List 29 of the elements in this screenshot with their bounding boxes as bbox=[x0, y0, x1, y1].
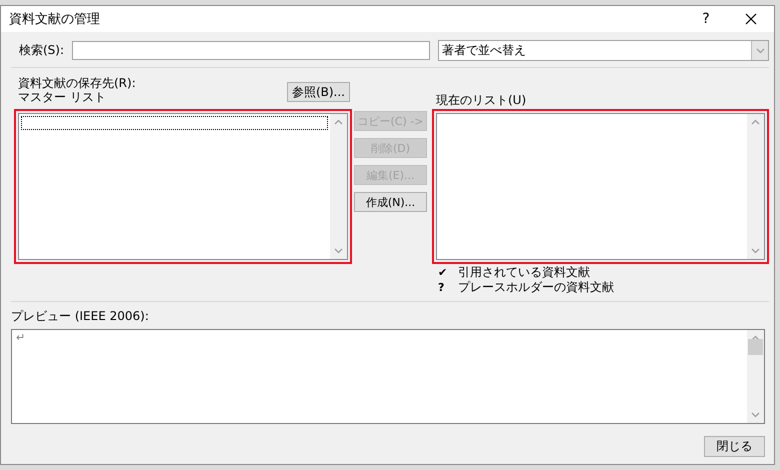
legend-symbol: ✔ bbox=[438, 265, 446, 280]
scroll-up-icon[interactable] bbox=[751, 119, 760, 125]
scrollbar[interactable] bbox=[330, 114, 347, 259]
scroll-down-icon[interactable] bbox=[751, 248, 760, 254]
legend-symbol: ? bbox=[438, 280, 446, 295]
browse-button[interactable]: 参照(B)... bbox=[286, 82, 350, 102]
close-button[interactable]: 閉じる bbox=[704, 436, 765, 457]
close-icon bbox=[745, 13, 757, 25]
preview-label: プレビュー (IEEE 2006): bbox=[11, 308, 150, 325]
scroll-thumb[interactable] bbox=[748, 339, 763, 355]
scrollbar[interactable] bbox=[747, 330, 764, 423]
sort-dropdown[interactable]: 著者で並べ替え bbox=[438, 40, 769, 61]
scroll-down-icon[interactable] bbox=[751, 412, 760, 418]
list-label: マスター リスト bbox=[18, 90, 107, 104]
search-label: 検索(S): bbox=[19, 42, 64, 59]
list-label: 現在のリスト(U) bbox=[436, 92, 526, 109]
source-label: 資料文献の保存先(R): bbox=[18, 76, 136, 90]
scroll-up-icon[interactable] bbox=[334, 119, 343, 125]
legend-text: プレースホルダーの資料文献 bbox=[458, 280, 614, 295]
help-button[interactable]: ? bbox=[684, 11, 728, 27]
search-field[interactable] bbox=[72, 41, 430, 60]
scroll-down-icon[interactable] bbox=[334, 248, 343, 254]
focus-rectangle[interactable] bbox=[21, 116, 328, 130]
window-title: 資料文献の管理 bbox=[9, 11, 101, 28]
scroll-up-icon[interactable] bbox=[751, 335, 760, 341]
paragraph-mark: ↵ bbox=[15, 330, 26, 345]
scrollbar[interactable] bbox=[747, 114, 764, 259]
legend-text: 引用されている資料文献 bbox=[458, 265, 590, 280]
action-button[interactable]: 作成(N)... bbox=[354, 192, 427, 212]
